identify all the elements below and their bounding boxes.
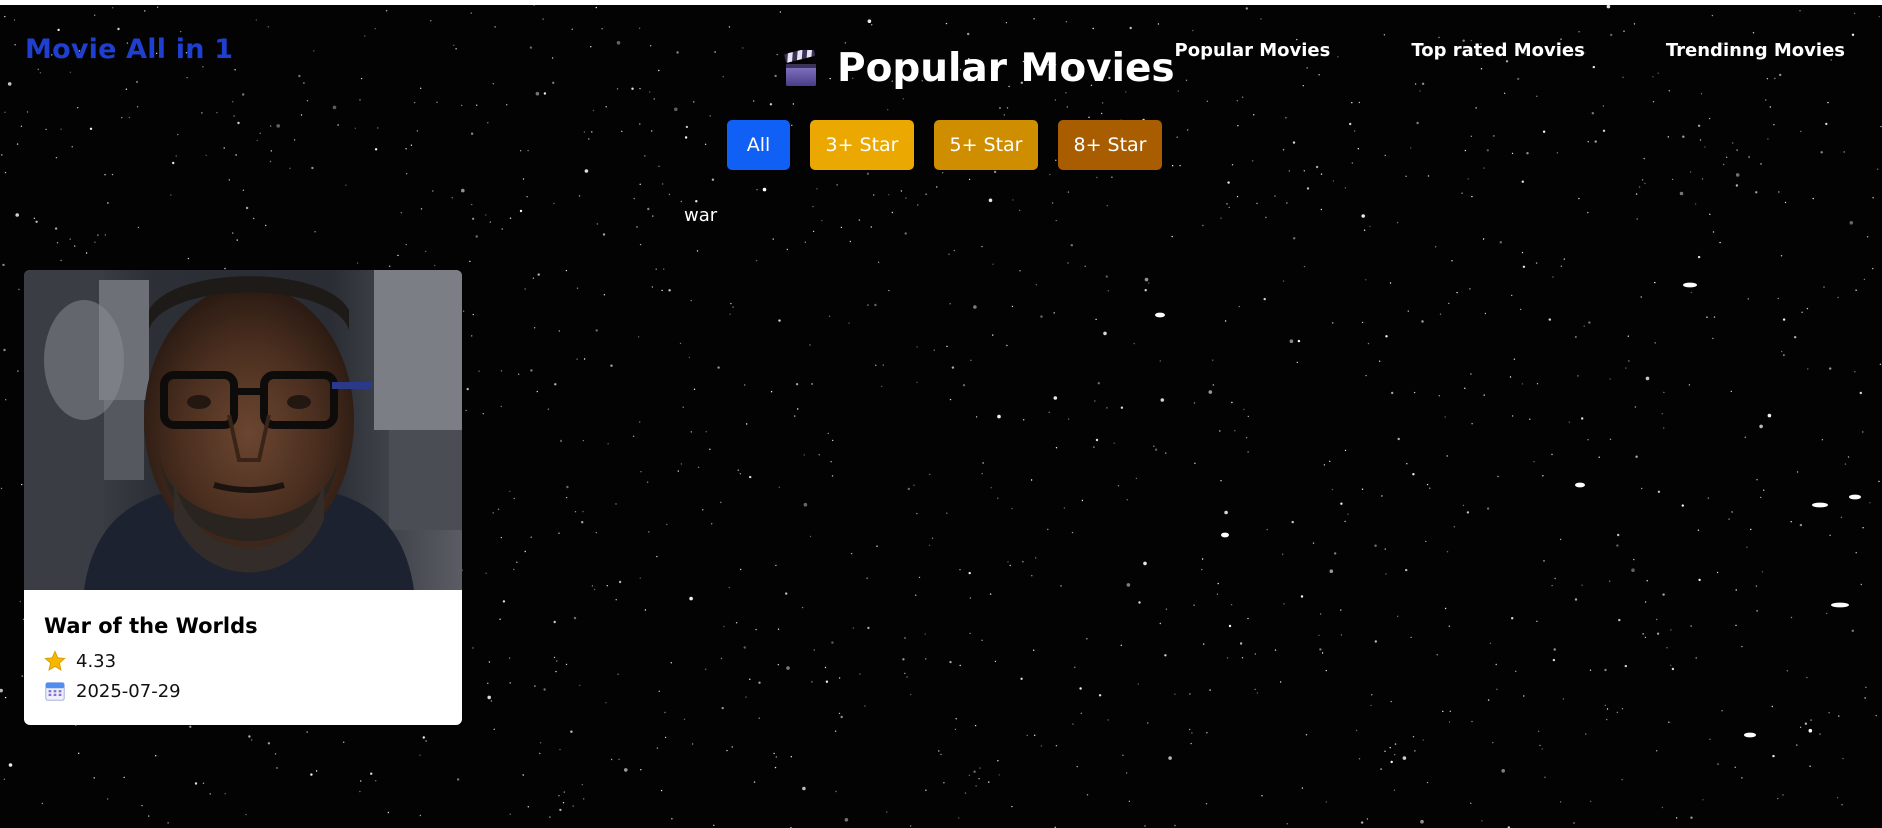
- movie-poster: [24, 270, 462, 590]
- star-icon: [44, 650, 66, 671]
- calendar-icon: [45, 682, 65, 701]
- page: Movie All in 1 Popular Movies Popular Mo…: [0, 0, 1882, 828]
- movie-release-date: 2025-07-29: [44, 676, 442, 706]
- movie-card[interactable]: War of the Worlds 4.33 2025-07-29: [24, 270, 462, 725]
- page-title: Popular Movies: [837, 46, 1175, 91]
- nav-trending-movies[interactable]: Trendinng Movies: [1666, 40, 1845, 61]
- filter-all-button[interactable]: All: [727, 120, 790, 170]
- filter-3-star-button[interactable]: 3+ Star: [810, 120, 914, 170]
- filter-8-star-button[interactable]: 8+ Star: [1058, 120, 1162, 170]
- main-nav: Popular Movies Top rated Movies Trendinn…: [1175, 40, 1845, 61]
- nav-top-rated-movies[interactable]: Top rated Movies: [1411, 40, 1585, 61]
- search-term: war: [684, 205, 718, 226]
- rating-filters: All 3+ Star 5+ Star 8+ Star: [727, 120, 1162, 170]
- page-heading: Popular Movies: [783, 46, 1175, 92]
- clapperboard-icon: [784, 50, 816, 86]
- movie-card-body: War of the Worlds 4.33 2025-07-29: [24, 590, 462, 706]
- filter-5-star-button[interactable]: 5+ Star: [934, 120, 1038, 170]
- movie-rating: 4.33: [44, 646, 442, 676]
- movie-rating-value: 4.33: [76, 650, 117, 672]
- movie-title: War of the Worlds: [44, 614, 258, 638]
- movie-release-date-value: 2025-07-29: [76, 680, 181, 702]
- brand-logo[interactable]: Movie All in 1: [25, 34, 233, 65]
- nav-popular-movies[interactable]: Popular Movies: [1175, 40, 1331, 61]
